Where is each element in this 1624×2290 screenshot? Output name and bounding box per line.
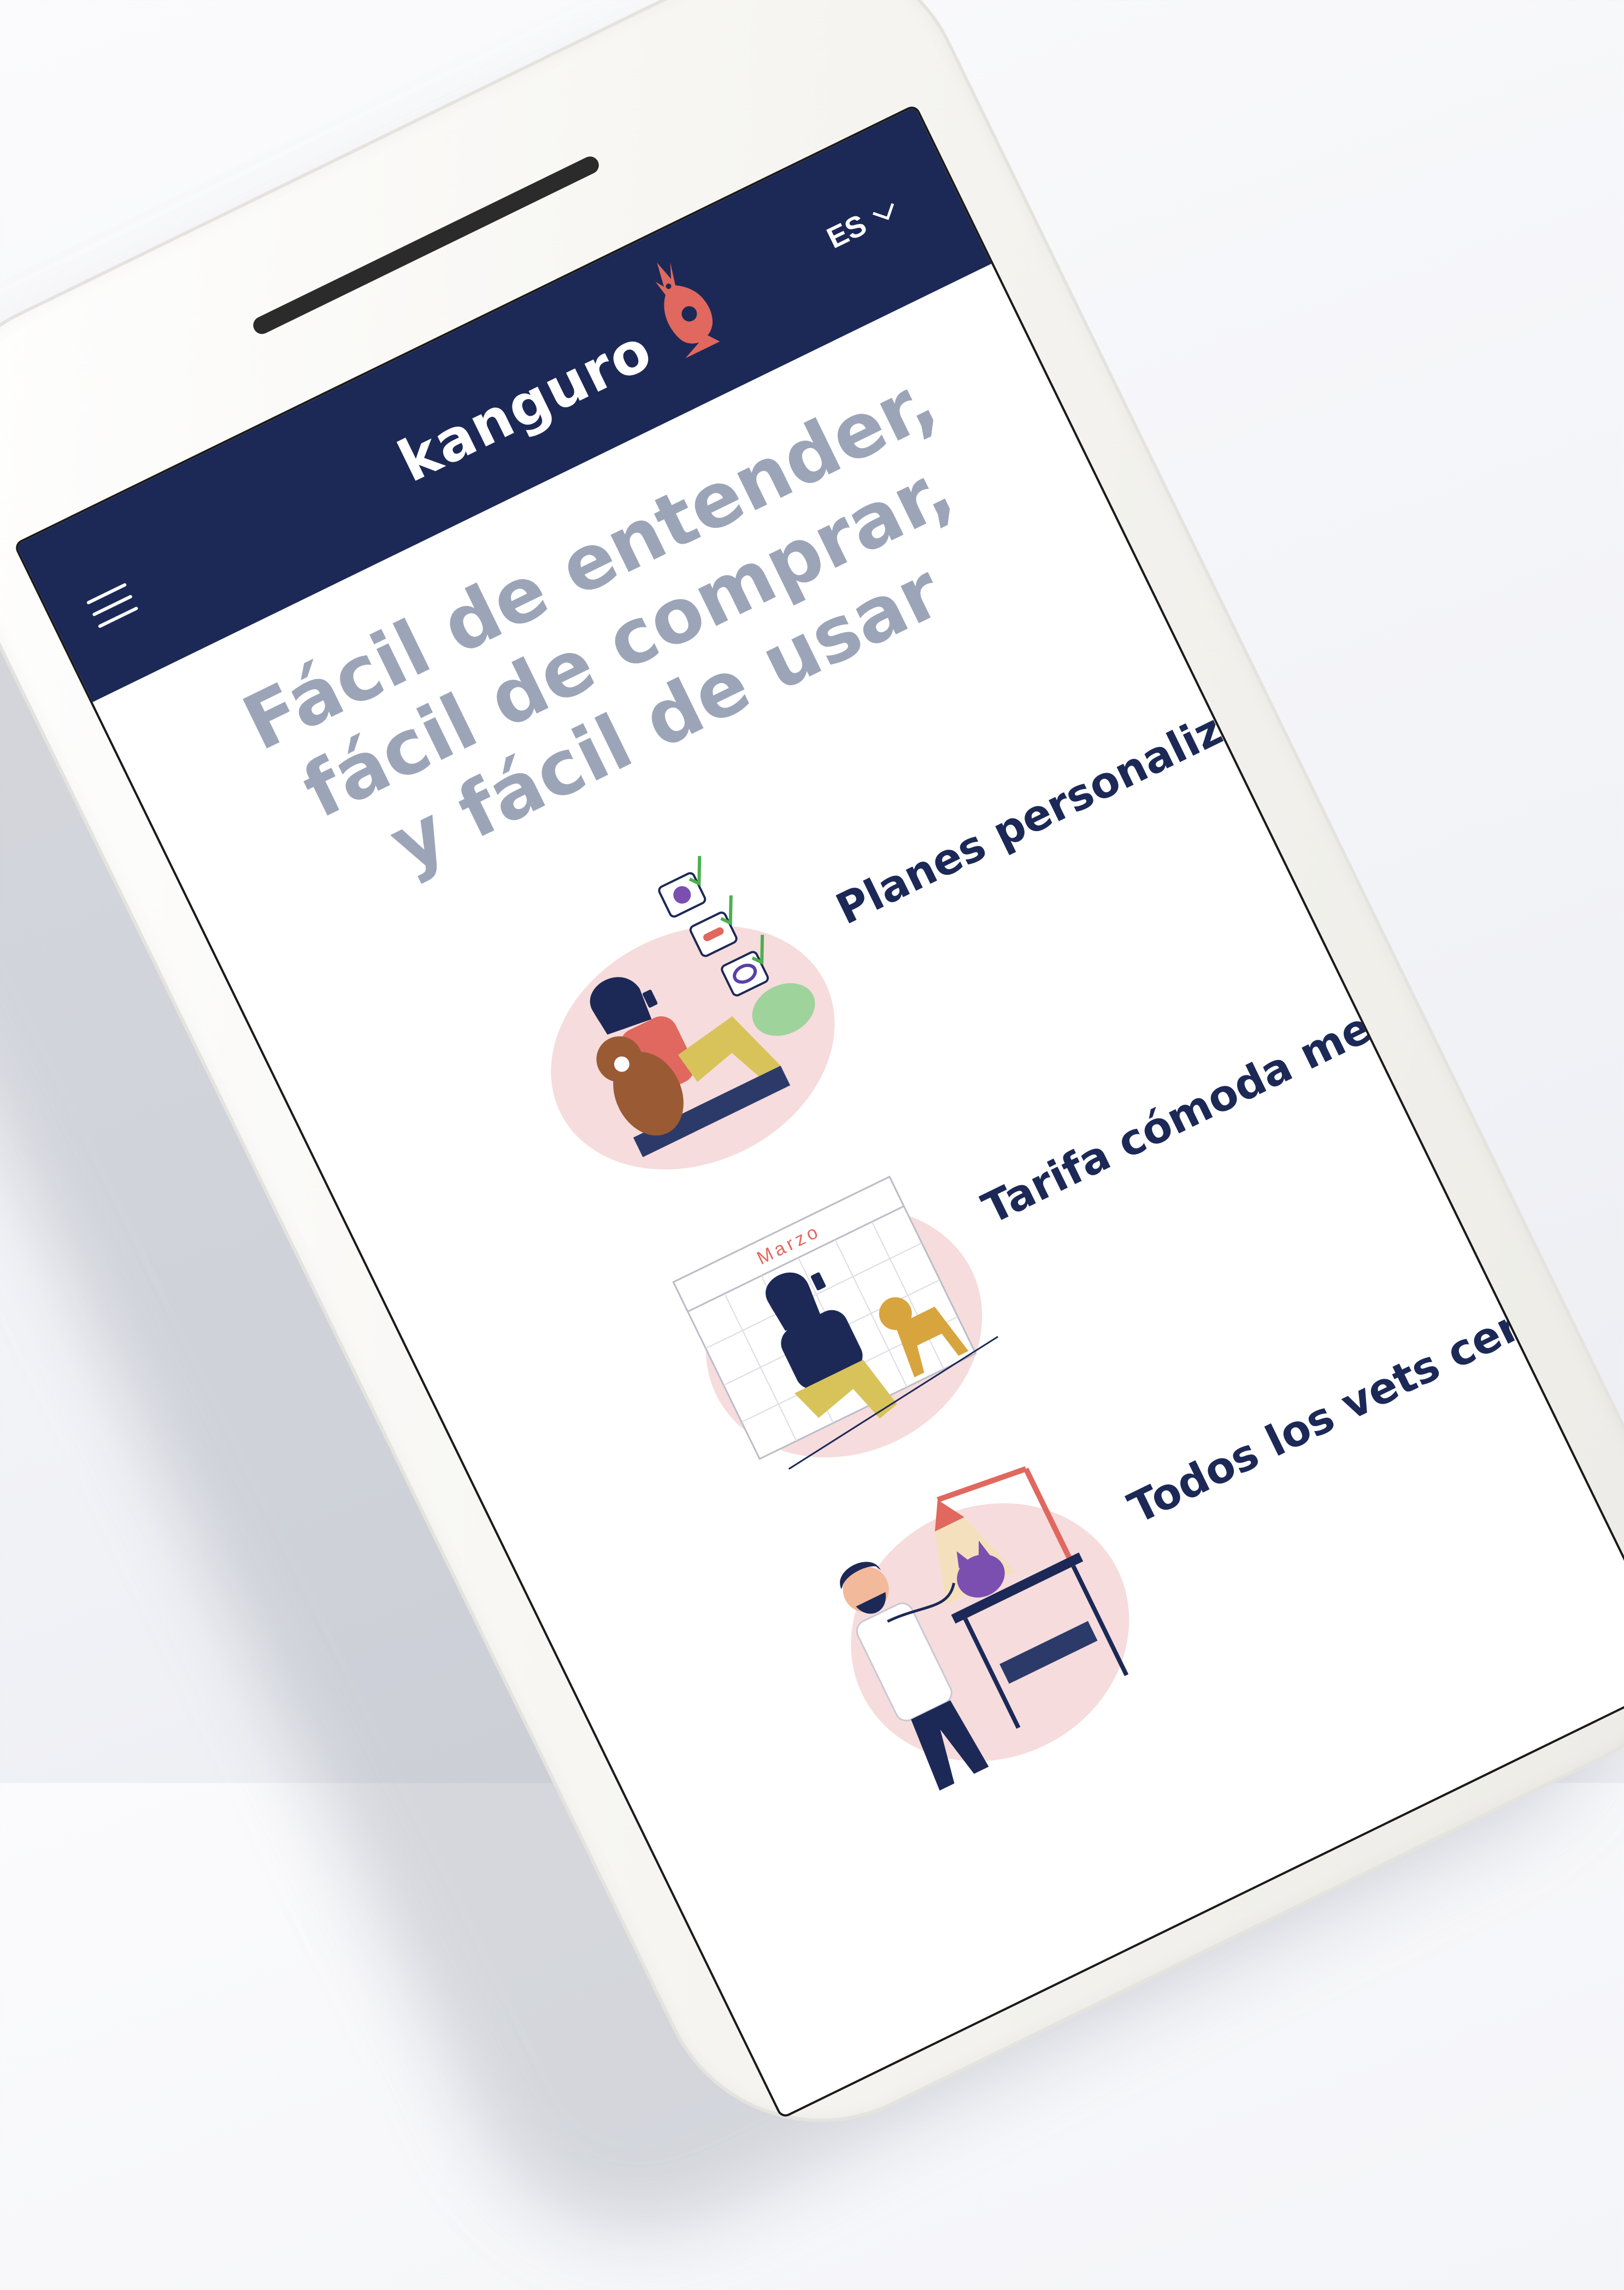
hamburger-menu-icon[interactable]: [86, 582, 140, 631]
logo-wordmark: kanguro: [388, 315, 662, 496]
chevron-down-icon: [872, 203, 895, 220]
feature-label: Planes personalizados: [828, 655, 1333, 935]
language-code: ES: [822, 208, 872, 255]
language-selector[interactable]: ES: [822, 192, 904, 255]
kanguro-logo[interactable]: kanguro: [369, 239, 742, 495]
phone-screen: kanguro ES Fácil de entender, fácil de c…: [16, 107, 1624, 2117]
phone-mockup: kanguro ES Fácil de entender, fácil de c…: [0, 0, 1624, 2177]
